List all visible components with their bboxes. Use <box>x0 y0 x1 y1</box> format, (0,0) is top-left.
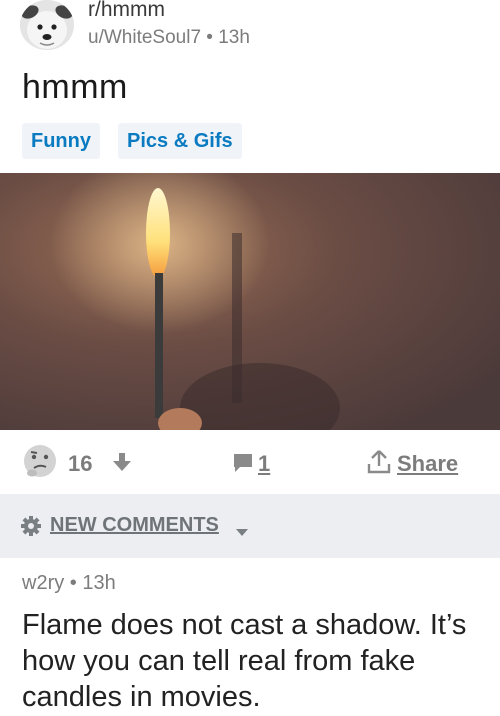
comment-age: 13h <box>82 572 116 594</box>
post-header: r/hmmm u/WhiteSoul7 • 13h <box>0 0 500 62</box>
post-image[interactable] <box>0 173 500 430</box>
vote-face-icon[interactable] <box>22 443 58 484</box>
post-title[interactable]: hmmm <box>22 68 128 107</box>
post-age: 13h <box>218 27 250 48</box>
downvote-arrow-icon[interactable] <box>111 451 133 478</box>
comment-meta-separator: • <box>69 572 77 594</box>
caret-down-icon[interactable] <box>235 524 249 542</box>
subreddit-name[interactable]: r/hmmm <box>88 0 165 22</box>
vote-count: 16 <box>68 451 93 476</box>
comment-author[interactable]: w2ry <box>22 572 64 594</box>
comment-bubble-icon[interactable] <box>232 452 254 479</box>
post-author[interactable]: u/WhiteSoul7 <box>88 27 201 48</box>
flair-pics-gifs[interactable]: Pics & Gifs <box>118 123 242 159</box>
comment-meta: w2ry • 13h <box>22 572 492 595</box>
post-meta: u/WhiteSoul7 • 13h <box>88 27 250 49</box>
flair-funny[interactable]: Funny <box>22 123 100 159</box>
sort-new-comments[interactable]: NEW COMMENTS <box>50 514 219 537</box>
share-upload-icon[interactable] <box>367 449 391 480</box>
comment: w2ry • 13h Flame does not cast a shadow.… <box>22 572 492 715</box>
gear-icon[interactable] <box>20 515 42 542</box>
comments-sort-bar: NEW COMMENTS <box>0 494 500 558</box>
share-button[interactable]: Share <box>397 451 458 477</box>
post-actions-bar: 16 1 Share <box>0 430 500 494</box>
comment-count[interactable]: 1 <box>258 451 270 477</box>
comment-body: Flame does not cast a shadow. It’s how y… <box>22 609 467 713</box>
subreddit-avatar-icon[interactable] <box>20 0 74 50</box>
meta-separator: • <box>206 27 213 48</box>
